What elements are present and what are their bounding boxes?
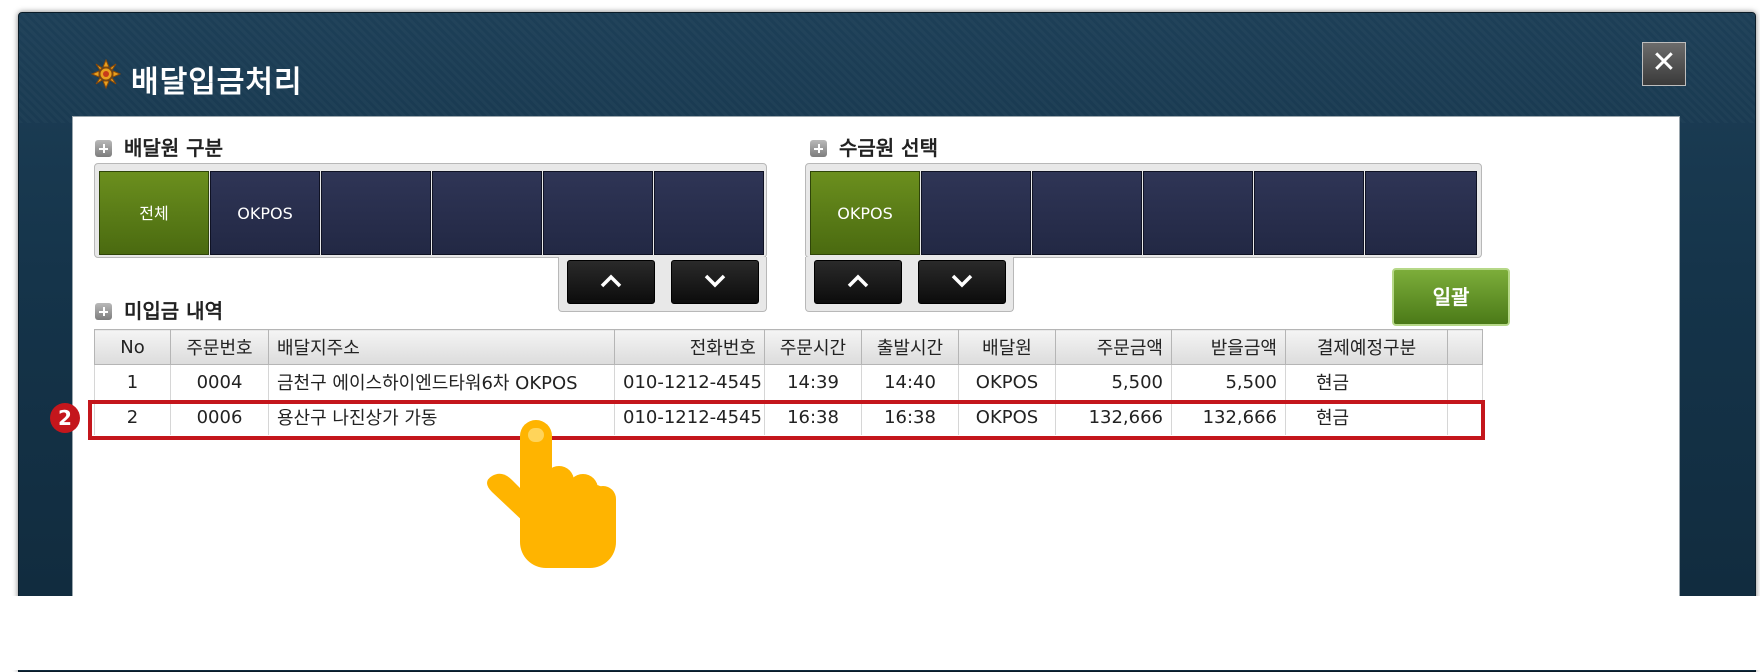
collector-cell-empty[interactable] [1365, 171, 1477, 255]
batch-button[interactable]: 일괄 [1392, 268, 1510, 326]
collector-cell-empty[interactable] [1254, 171, 1364, 255]
cell-delivery-person: OKPOS [958, 364, 1056, 400]
delivery-cell-empty[interactable] [543, 171, 653, 255]
table-row[interactable]: 1 0004 금천구 에이스하이엔드타워6차 OKPOS 010-1212-45… [94, 364, 1483, 400]
column-header-departure-time[interactable]: 출발시간 [861, 329, 959, 365]
expand-plus-icon [95, 140, 112, 157]
cell-payment-type: 현금 [1285, 364, 1448, 400]
collector-cell-empty[interactable] [921, 171, 1031, 255]
collector-section-label: 수금원 선택 [839, 136, 938, 160]
column-header-phone[interactable]: 전화번호 [614, 329, 765, 365]
column-header-order-amount[interactable]: 주문금액 [1055, 329, 1172, 365]
delivery-cell-okpos[interactable]: OKPOS [210, 171, 320, 255]
cell-address: 금천구 에이스하이엔드타워6차 OKPOS [268, 364, 615, 400]
delivery-scroll-up-button[interactable] [567, 260, 655, 304]
delivery-cell-empty[interactable] [432, 171, 542, 255]
bottom-cutoff [0, 596, 1760, 670]
column-header-order-time[interactable]: 주문시간 [764, 329, 862, 365]
collector-section-header: 수금원 선택 [810, 132, 938, 161]
delivery-section-header: 배달원 구분 [95, 132, 223, 161]
column-header-filler [1447, 329, 1483, 365]
cell-order-time: 14:39 [764, 364, 862, 400]
column-header-address[interactable]: 배달지주소 [268, 329, 615, 365]
delivery-scroll-down-button[interactable] [671, 260, 759, 304]
collector-scroll-down-button[interactable] [918, 260, 1006, 304]
collector-grid: OKPOS [805, 163, 1482, 258]
cell-filler [1447, 364, 1483, 400]
cell-departure-time: 14:40 [861, 364, 959, 400]
collector-cell-okpos[interactable]: OKPOS [810, 171, 920, 255]
delivery-person-grid: 전체 OKPOS [94, 163, 767, 258]
step-number-badge: 2 [50, 403, 80, 433]
cell-no: 1 [94, 364, 171, 400]
expand-plus-icon [810, 140, 827, 157]
delivery-arrow-tray [558, 257, 767, 312]
pointing-hand-icon [487, 420, 616, 568]
cell-order-number: 0004 [170, 364, 269, 400]
delivery-section-label: 배달원 구분 [124, 136, 223, 160]
column-header-receivable-amount[interactable]: 받을금액 [1171, 329, 1286, 365]
cell-receivable-amount: 5,500 [1171, 364, 1286, 400]
row-highlight-box [88, 400, 1485, 440]
cell-order-amount: 5,500 [1055, 364, 1172, 400]
column-header-delivery-person[interactable]: 배달원 [958, 329, 1056, 365]
collector-arrow-tray [805, 257, 1014, 312]
delivery-cell-empty[interactable] [654, 171, 764, 255]
table-header-row: No 주문번호 배달지주소 전화번호 주문시간 출발시간 배달원 주문금액 받을… [94, 329, 1483, 365]
unpaid-section-label: 미입금 내역 [124, 299, 223, 323]
chevron-down-icon [704, 274, 726, 288]
collector-cell-empty[interactable] [1032, 171, 1142, 255]
cell-phone: 010-1212-4545 [614, 364, 765, 400]
column-header-payment-type[interactable]: 결제예정구분 [1285, 329, 1448, 365]
column-header-no[interactable]: No [94, 329, 171, 365]
dialog-title-text: 배달입금처리 [131, 65, 303, 100]
gear-flower-icon [91, 59, 121, 89]
delivery-cell-empty[interactable] [321, 171, 431, 255]
chevron-down-icon [951, 274, 973, 288]
collector-cell-empty[interactable] [1143, 171, 1253, 255]
delivery-cell-all[interactable]: 전체 [99, 171, 209, 255]
unpaid-section-header: 미입금 내역 [95, 295, 223, 324]
screenshot-frame: 배달입금처리 ✕ 배달원 구분 전체 OKPOS 수금원 선택 OKPOS 미입… [0, 0, 1760, 672]
expand-plus-icon [95, 303, 112, 320]
collector-scroll-up-button[interactable] [814, 260, 902, 304]
chevron-up-icon [847, 274, 869, 288]
chevron-up-icon [600, 274, 622, 288]
column-header-order-number[interactable]: 주문번호 [170, 329, 269, 365]
close-button[interactable]: ✕ [1642, 42, 1686, 86]
